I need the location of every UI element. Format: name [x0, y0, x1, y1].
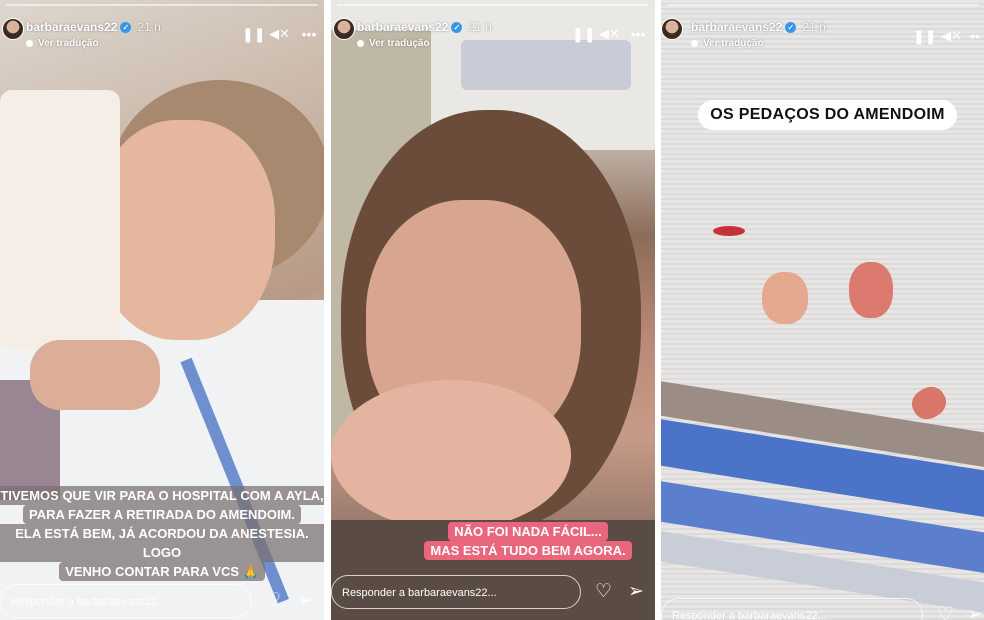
mute-icon[interactable]: ◀✕ [599, 26, 620, 42]
woman-hand [331, 380, 571, 530]
reply-input[interactable]: Responder a barbaraevans22... [0, 584, 252, 618]
caption-line: TIVEMOS QUE VIR PARA O HOSPITAL COM A AY… [0, 486, 324, 505]
story-panel-2: barbaraevans22 ✓ 21 h Ver tradução ❚❚ ◀✕ •… [331, 0, 655, 620]
translate-label: Ver tradução [703, 38, 764, 49]
story-header: barbaraevans22 ✓ 21 h Ver tradução ❚❚ ◀✕ •… [0, 16, 324, 56]
more-icon[interactable]: ••• [298, 26, 320, 42]
story-header: barbaraevans22 ✓ 21 h Ver tradução ❚❚ ◀✕ •… [661, 16, 984, 56]
text-sticker: OS PEDAÇOS DO AMENDOIM [698, 100, 957, 130]
story-progress-bar [337, 4, 649, 6]
peanut-piece [849, 262, 893, 318]
send-icon[interactable]: ➢ [628, 582, 644, 602]
translate-label: Ver tradução [369, 38, 430, 49]
child-gown [0, 90, 120, 350]
reply-input[interactable]: Responder a barbaraevans22... [331, 575, 581, 609]
mute-icon[interactable]: ◀✕ [941, 28, 962, 44]
pause-icon[interactable]: ❚❚ [572, 26, 595, 42]
username-label[interactable]: barbaraevans22 ✓ 21 h [691, 20, 826, 34]
story-progress-bar [667, 4, 978, 6]
send-icon[interactable]: ➢ [967, 605, 983, 620]
translate-icon [26, 39, 33, 47]
story-panel-3: barbaraevans22 ✓ 21 h Ver tradução ❚❚ ◀✕ •… [661, 0, 984, 620]
username-text[interactable]: barbaraevans22 [691, 20, 782, 34]
verified-badge-icon: ✓ [785, 22, 797, 34]
avatar[interactable] [333, 18, 355, 40]
translate-link[interactable]: Ver tradução [26, 38, 99, 49]
username-text[interactable]: barbaraevans22 [357, 20, 448, 34]
peanut-piece [713, 226, 745, 236]
heart-icon[interactable]: ♡ [264, 591, 281, 611]
verified-badge-icon: ✓ [120, 22, 132, 34]
more-icon[interactable]: ••• [627, 26, 649, 42]
username-label[interactable]: barbaraevans22 ✓ 21 h [26, 20, 161, 34]
caption-line: MAS ESTÁ TUDO BEM AGORA. [424, 541, 632, 560]
username-label[interactable]: barbaraevans22 ✓ 21 h [357, 20, 492, 34]
avatar[interactable] [2, 18, 24, 40]
story-caption: TIVEMOS QUE VIR PARA O HOSPITAL COM A AY… [0, 486, 324, 581]
child-face [95, 120, 275, 340]
username-text[interactable]: barbaraevans22 [26, 20, 117, 34]
caption-line: ELA ESTÁ BEM, JÁ ACORDOU DA ANESTESIA. L… [0, 524, 324, 562]
send-icon[interactable]: ➢ [298, 591, 314, 611]
post-time: 21 h [468, 20, 492, 34]
translate-link[interactable]: Ver tradução [357, 38, 430, 49]
caption-line: VENHO CONTAR PARA VCS 🙏 [59, 562, 265, 581]
heart-icon[interactable]: ♡ [595, 582, 612, 602]
translate-icon [691, 39, 698, 47]
translate-link[interactable]: Ver tradução [691, 38, 764, 49]
more-icon[interactable]: •• [966, 28, 984, 44]
heart-icon[interactable]: ♡ [937, 605, 954, 620]
translate-icon [357, 39, 364, 47]
story-header: barbaraevans22 ✓ 21 h Ver tradução ❚❚ ◀✕ •… [331, 16, 655, 56]
caption-line: NÃO FOI NADA FÁCIL... [448, 522, 608, 541]
caption-line: PARA FAZER A RETIRADA DO AMENDOIM. [22, 505, 301, 524]
post-time: 21 h [137, 20, 161, 34]
story-panel-1: barbaraevans22 ✓ 21 h Ver tradução ❚❚ ◀✕ •… [0, 0, 324, 620]
child-hand [30, 340, 160, 410]
story-progress-bar [6, 4, 318, 6]
translate-label: Ver tradução [38, 38, 99, 49]
mute-icon[interactable]: ◀✕ [269, 26, 290, 42]
avatar[interactable] [661, 18, 683, 40]
post-time: 21 h [802, 20, 826, 34]
pause-icon[interactable]: ❚❚ [913, 28, 936, 44]
verified-badge-icon: ✓ [451, 22, 463, 34]
story-caption: NÃO FOI NADA FÁCIL... MAS ESTÁ TUDO BEM … [413, 522, 643, 560]
peanut-piece [762, 272, 808, 324]
pause-icon[interactable]: ❚❚ [242, 26, 265, 42]
reply-input[interactable]: Responder a barbaraevans22... [661, 598, 923, 620]
